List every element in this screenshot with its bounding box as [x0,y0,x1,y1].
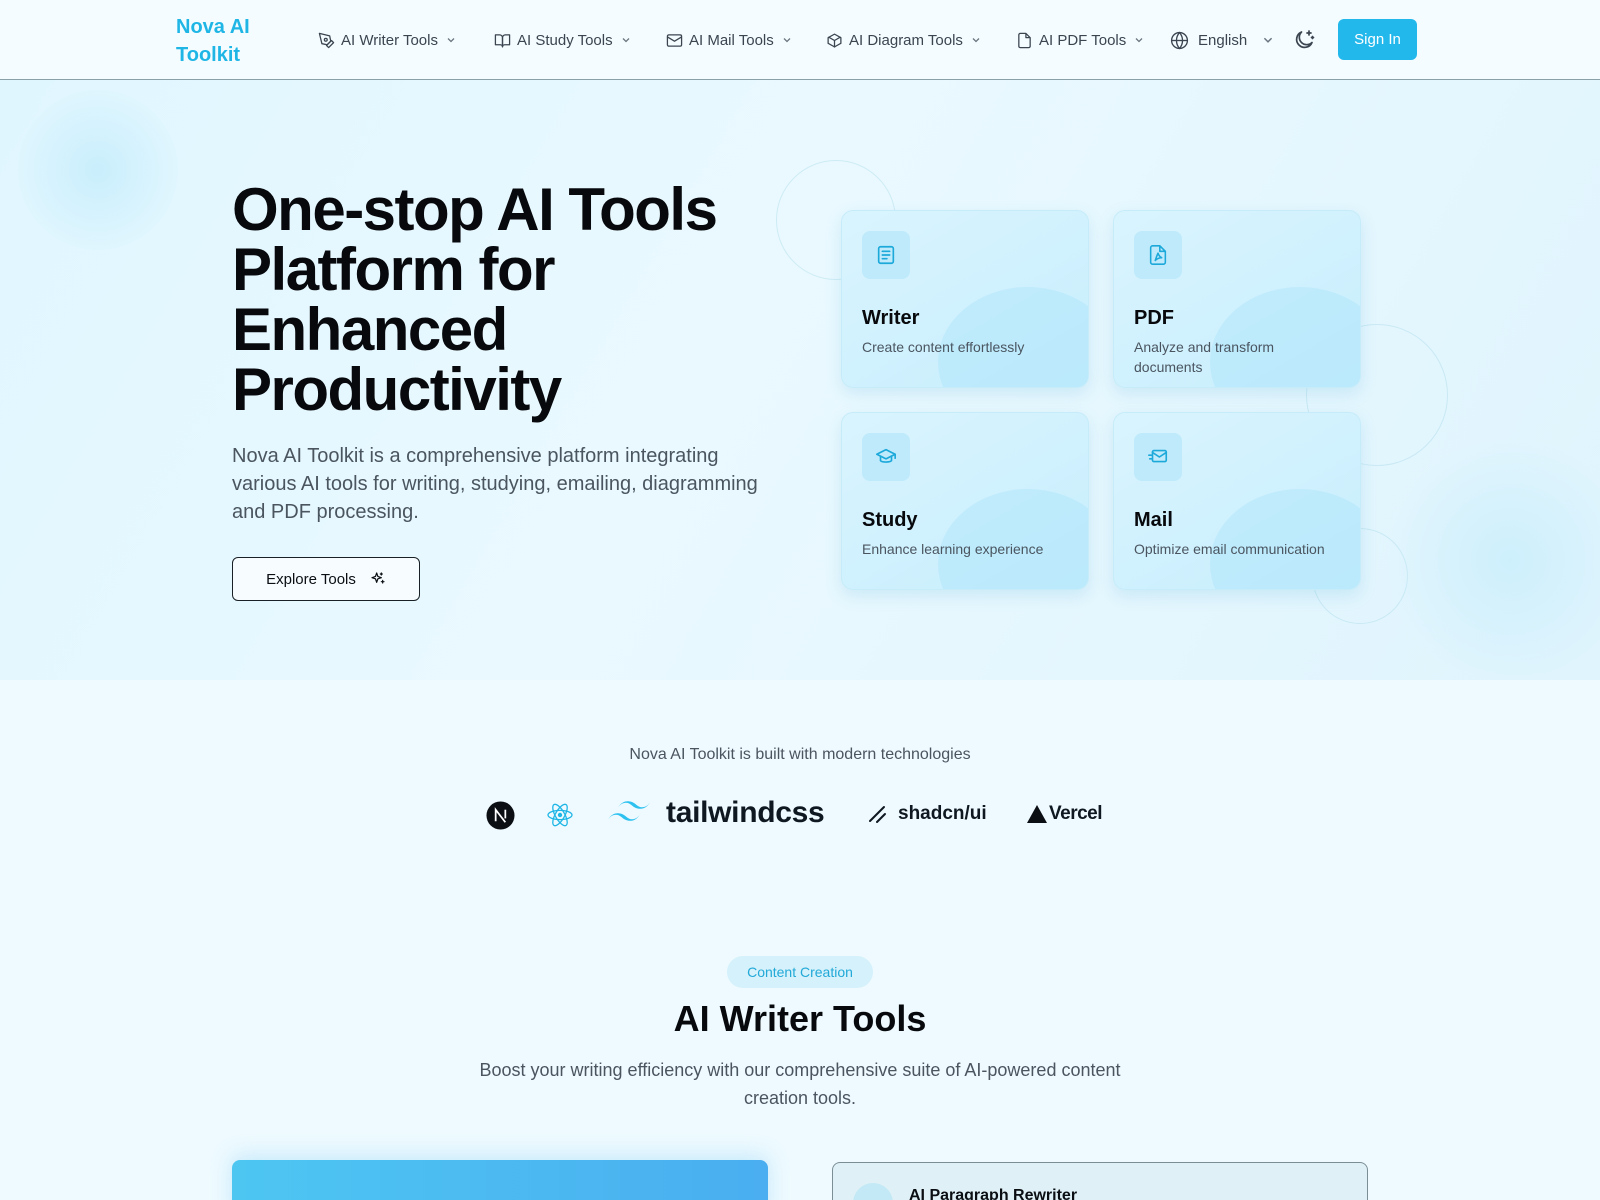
nav-label: AI Diagram Tools [849,31,963,49]
nav-ai-pdf-tools[interactable]: AI PDF Tools [1016,28,1144,52]
nav-ai-writer-tools[interactable]: AI Writer Tools [318,28,456,52]
chevron-down-icon [1264,37,1273,43]
nextjs-logo[interactable] [486,801,515,830]
graduation-cap-icon [876,448,896,463]
nav-label: AI Mail Tools [689,31,774,49]
decorative-circle [18,90,178,250]
moon-stars-icon [1295,30,1315,49]
nav-label: AI Writer Tools [341,31,438,49]
chevron-down-icon [622,38,630,43]
card-title: Writer [862,307,920,329]
logo[interactable]: Nova AI Toolkit [176,13,276,69]
nav-label: AI PDF Tools [1039,31,1127,49]
card-description: Create content effortlessly [862,339,1025,355]
pen-tool-icon [318,32,335,48]
chevron-down-icon [447,38,455,43]
sign-in-button[interactable]: Sign In [1338,19,1417,60]
globe-icon [1170,31,1189,49]
mail-send-icon [1148,449,1168,463]
card-icon-box [862,433,910,481]
card-title: Mail [1134,509,1173,531]
nav-label: AI Study Tools [517,31,613,49]
shadcn-slashes-icon [869,806,886,823]
file-icon [1018,32,1031,48]
vercel-triangle-icon [1027,805,1047,823]
section-title: AI Writer Tools [673,998,927,1039]
sparkles-icon [371,572,385,584]
document-text-icon [877,245,895,265]
section-description: Boost your writing efficiency with our c… [479,1060,1121,1108]
chevron-down-icon [783,38,791,43]
card-description: Enhance learning experience [862,541,1044,557]
card-icon-box [862,231,910,279]
shadcn-wordmark: shadcn/ui [898,803,987,824]
decorative-circle [1380,440,1600,680]
explore-tools-button[interactable]: Explore Tools [232,557,420,601]
nextjs-icon [486,801,515,830]
language-label: English [1198,31,1248,49]
top-navigation-bar: Nova AI Toolkit AI Writer Tools AI Study… [0,0,1600,80]
nav-ai-study-tools[interactable]: AI Study Tools [494,28,631,52]
card-description: Optimize email communication [1134,541,1325,557]
card-title: PDF [1134,307,1174,329]
rewrite-icon [853,1183,893,1200]
card-title: Study [862,509,918,531]
content-creation-badge: Content Creation [727,956,873,988]
react-icon [547,803,573,827]
tailwindcss-logo[interactable]: tailwindcss [606,796,825,830]
vercel-logo[interactable]: Vercel [1026,803,1103,825]
tailwind-wave-icon [608,801,650,821]
hero-section: One-stop AI Tools Platform for Enhanced … [0,80,1600,680]
tailwindcss-wordmark: tailwindcss [666,796,825,829]
react-logo[interactable] [546,801,574,829]
vercel-wordmark: Vercel [1049,803,1103,824]
hero-title: One-stop AI Tools Platform for Enhanced … [232,176,718,423]
file-pdf-icon [1149,245,1167,265]
featured-tool-panel[interactable] [232,1160,768,1200]
shadcn-logo[interactable]: shadcn/ui [866,803,987,825]
hero-description: Nova AI Toolkit is a comprehensive platf… [232,445,758,523]
card-icon-box [1134,231,1182,279]
chevron-down-icon [972,38,980,43]
language-selector[interactable]: English [1170,28,1274,52]
card-description: Analyze and transform documents [1134,339,1275,375]
feature-card-pdf[interactable]: PDF Analyze and transform documents [1113,210,1361,388]
explore-tools-label: Explore Tools [266,570,356,588]
tool-card-paragraph-rewriter[interactable]: AI Paragraph Rewriter [832,1162,1368,1200]
feature-card-study[interactable]: Study Enhance learning experience [841,412,1089,590]
theme-toggle-button[interactable] [1292,28,1316,52]
feature-card-mail[interactable]: Mail Optimize email communication [1113,412,1361,590]
mail-icon [666,33,683,47]
nav-ai-diagram-tools[interactable]: AI Diagram Tools [826,28,981,52]
chevron-down-icon [1135,38,1143,43]
built-with-text: Nova AI Toolkit is built with modern tec… [629,746,971,763]
nav-ai-mail-tools[interactable]: AI Mail Tools [666,28,792,52]
tool-card-title: AI Paragraph Rewriter [909,1187,1078,1200]
book-open-icon [494,33,511,48]
box-icon [827,32,842,48]
feature-card-writer[interactable]: Writer Create content effortlessly [841,210,1089,388]
card-icon-box [1134,433,1182,481]
